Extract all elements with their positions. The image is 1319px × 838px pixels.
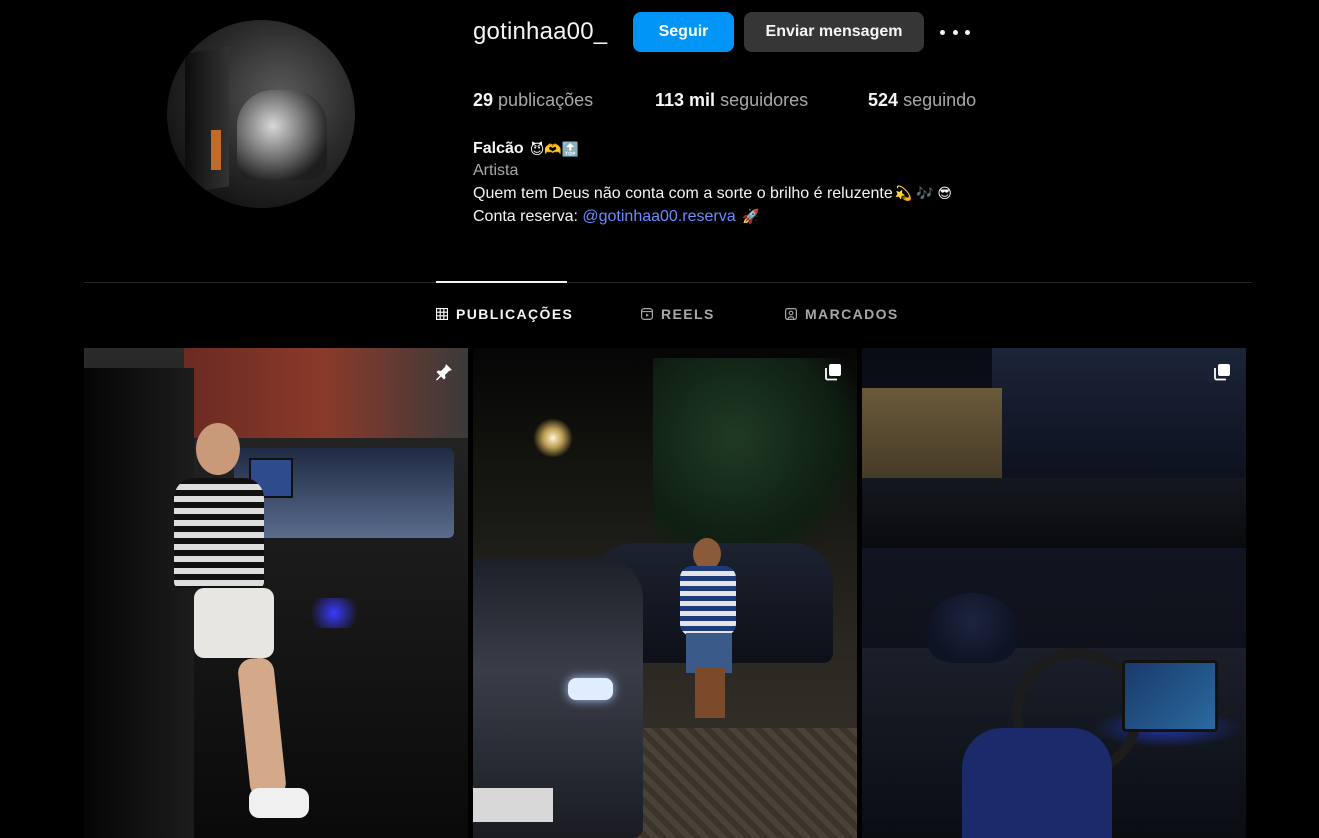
following-count: 524 (868, 90, 899, 110)
post-image-plate (473, 788, 553, 822)
bio-category: Artista (473, 162, 519, 179)
post-image-tree (653, 358, 857, 558)
post-image-person-shorts (686, 633, 732, 673)
post-image-person-shirt (174, 478, 264, 588)
post-image-person-head (196, 423, 240, 475)
tab-marcados-label: MARCADOS (805, 306, 899, 322)
post-image-person-shirt (680, 566, 736, 636)
bio-name-emojis: 😈🫶🔝 (529, 141, 580, 157)
tab-publicacoes[interactable]: PUBLICAÇÕES (436, 306, 573, 322)
tab-publicacoes-label: PUBLICAÇÕES (456, 306, 574, 322)
follow-button[interactable]: Seguir (633, 12, 734, 52)
post-image-sky (992, 348, 1246, 468)
post-image-person-shirt (962, 728, 1112, 838)
post-image-car-roof (862, 478, 1246, 548)
tagged-icon (785, 308, 797, 320)
post-image-person-legs (695, 668, 725, 718)
reels-icon (641, 308, 653, 320)
more-options-icon[interactable] (940, 20, 970, 44)
tab-reels-label: REELS (661, 306, 715, 322)
post-image-light (304, 598, 364, 628)
avatar-accent (211, 130, 221, 170)
bio-line-1-emojis: 💫 🎶 😎 (894, 185, 953, 201)
tabs-divider (84, 282, 1252, 283)
bio-line-2-emoji: 🚀 (742, 208, 760, 224)
post-image-headlight (568, 678, 613, 700)
followers-label: seguidores (720, 90, 809, 110)
followers-count: 113 mil (655, 90, 716, 110)
avatar-car-door (185, 46, 229, 194)
dot (952, 29, 958, 35)
following-label: seguindo (903, 90, 977, 110)
bio-line-1-text: Quem tem Deus não conta com a sorte o br… (473, 185, 893, 202)
send-message-button[interactable]: Enviar mensagem (744, 12, 924, 52)
post-thumbnail[interactable] (84, 348, 468, 838)
tab-marcados[interactable]: MARCADOS (785, 306, 899, 322)
tab-reels[interactable]: REELS (641, 306, 715, 322)
grid-icon (436, 308, 448, 320)
carousel-icon (825, 364, 841, 381)
post-image-door (84, 368, 194, 838)
profile-avatar[interactable] (167, 20, 355, 208)
profile-page: gotinhaa00_ Seguir Enviar mensagem 29 pu… (0, 0, 1319, 838)
post-thumbnail[interactable] (862, 348, 1246, 838)
post-thumbnail[interactable] (473, 348, 857, 838)
bio-line-2: Conta reserva: @gotinhaa00.reserva 🚀 (473, 205, 952, 228)
dot (965, 29, 970, 35)
avatar-person (237, 90, 327, 180)
following-stat[interactable]: 524 seguindo (868, 90, 976, 111)
posts-count-stat: 29 publicações (473, 90, 593, 111)
post-image-streetlight (533, 418, 573, 458)
post-image-person-shorts (194, 588, 274, 658)
bio-name-row: Falcão 😈🫶🔝 (473, 138, 952, 160)
post-image-display (1122, 660, 1218, 732)
followers-stat[interactable]: 113 mil seguidores (655, 90, 808, 111)
dot (940, 29, 945, 35)
bio-line-2-prefix: Conta reserva: (473, 208, 578, 225)
bio-name: Falcão (473, 140, 524, 157)
bio-line-1: Quem tem Deus não conta com a sorte o br… (473, 182, 952, 205)
carousel-icon (1214, 364, 1230, 381)
post-image-person-shoe (249, 788, 309, 818)
active-tab-indicator (436, 281, 567, 283)
backup-account-link[interactable]: @gotinhaa00.reserva (582, 208, 735, 225)
profile-username: gotinhaa00_ (473, 18, 608, 45)
pin-icon (436, 364, 452, 381)
profile-bio: Falcão 😈🫶🔝 Artista Quem tem Deus não con… (473, 138, 952, 228)
post-image-person-cap (927, 593, 1017, 663)
posts-label: publicações (498, 90, 594, 110)
posts-count: 29 (473, 90, 494, 110)
